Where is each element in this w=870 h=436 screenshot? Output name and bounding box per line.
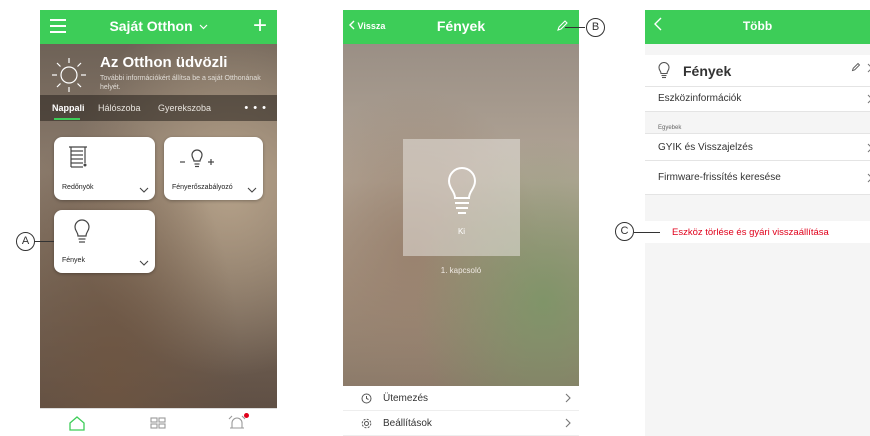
faq-row[interactable]: GYIK és Visszajelzés [645,133,870,161]
page-title: Több [742,19,773,33]
device-name: Fények [683,63,732,79]
alarm-bell-icon[interactable] [228,415,246,431]
home-title: Saját Otthon [109,18,193,34]
device-card-lights[interactable]: Fények [54,210,155,273]
grid-icon[interactable] [150,417,166,429]
callout-line-a [34,241,54,242]
tab-haloszoba[interactable]: Hálószoba [98,103,141,113]
blinds-icon [69,146,87,168]
callout-b: B [586,18,605,37]
lights-screen: Vissza Fények Ki 1. kapcsoló Ütemezés Be… [343,10,579,436]
device-card-dimmer[interactable]: Fényerőszabályozó [164,137,263,200]
lightbulb-icon [447,167,477,214]
switch-name: 1. kapcsoló [440,266,482,275]
device-label: Redőnyök [62,184,94,191]
device-name-row: Fények [645,55,870,87]
welcome-title: Az Otthon üdvözli [100,54,228,71]
firmware-label: Firmware-frissítés keresése [658,172,781,183]
chevron-down-icon[interactable] [139,260,149,266]
callout-line-b [565,27,585,28]
add-icon[interactable]: + [253,12,267,40]
chevron-down-icon[interactable] [247,187,257,193]
device-info-label: Eszközinformációk [658,93,742,104]
section-header-other: Egyebek [658,125,682,131]
tab-gyerekszoba[interactable]: Gyerekszoba [158,103,211,113]
gear-icon [361,418,372,429]
callout-line-c [634,232,660,233]
pencil-icon[interactable] [851,62,861,72]
notification-dot [244,413,249,418]
bottom-nav [40,408,277,436]
tab-nappali[interactable]: Nappali [52,103,85,113]
chevron-down-icon [199,24,207,30]
home-header: Saját Otthon + [40,10,277,44]
lights-menu: Ütemezés Beállítások [343,386,579,436]
device-info-row[interactable]: Eszközinformációk [645,87,870,112]
callout-a: A [16,232,35,251]
home-icon[interactable] [68,415,86,431]
device-label: Fények [62,257,85,264]
welcome-subtitle: További információkért állítsa be a sajá… [100,75,261,91]
faq-label: GYIK és Visszajelzés [658,142,753,153]
pencil-icon[interactable] [556,19,569,32]
lightbulb-icon [658,62,670,79]
page-title: Fények [436,18,486,34]
home-screen: Saját Otthon + Az Otthon üdvözli További… [40,10,277,436]
home-selector[interactable]: Saját Otthon [40,18,277,34]
delete-reset-row[interactable]: Eszköz törlése és gyári visszaállítása [645,221,870,243]
chevron-down-icon[interactable] [139,187,149,193]
lightbulb-icon [74,219,90,243]
chevron-right-icon [565,418,571,428]
delete-reset-label: Eszköz törlése és gyári visszaállítása [672,227,829,238]
light-toggle-tile[interactable]: Ki [403,139,520,256]
device-label: Fényerőszabályozó [172,184,233,191]
menu-label: Ütemezés [383,393,429,404]
dimmer-icon [180,149,214,168]
light-state: Ki [457,227,466,236]
device-card-blinds[interactable]: Redőnyök [54,137,155,200]
menu-item-settings[interactable]: Beállítások [343,411,579,436]
chevron-right-icon [565,393,571,403]
lights-header: Vissza Fények [343,10,579,44]
clock-icon [361,393,372,404]
more-dots-icon[interactable]: • • • [244,102,267,114]
more-screen: Több Fények Eszközinformációk Egyebek GY… [645,10,870,436]
active-tab-indicator [54,118,80,120]
more-header: Több [645,10,870,44]
menu-label: Beállítások [383,418,432,429]
callout-c: C [615,222,634,241]
menu-item-schedule[interactable]: Ütemezés [343,386,579,411]
sun-icon [52,58,86,92]
firmware-row[interactable]: Firmware-frissítés keresése [645,161,870,195]
